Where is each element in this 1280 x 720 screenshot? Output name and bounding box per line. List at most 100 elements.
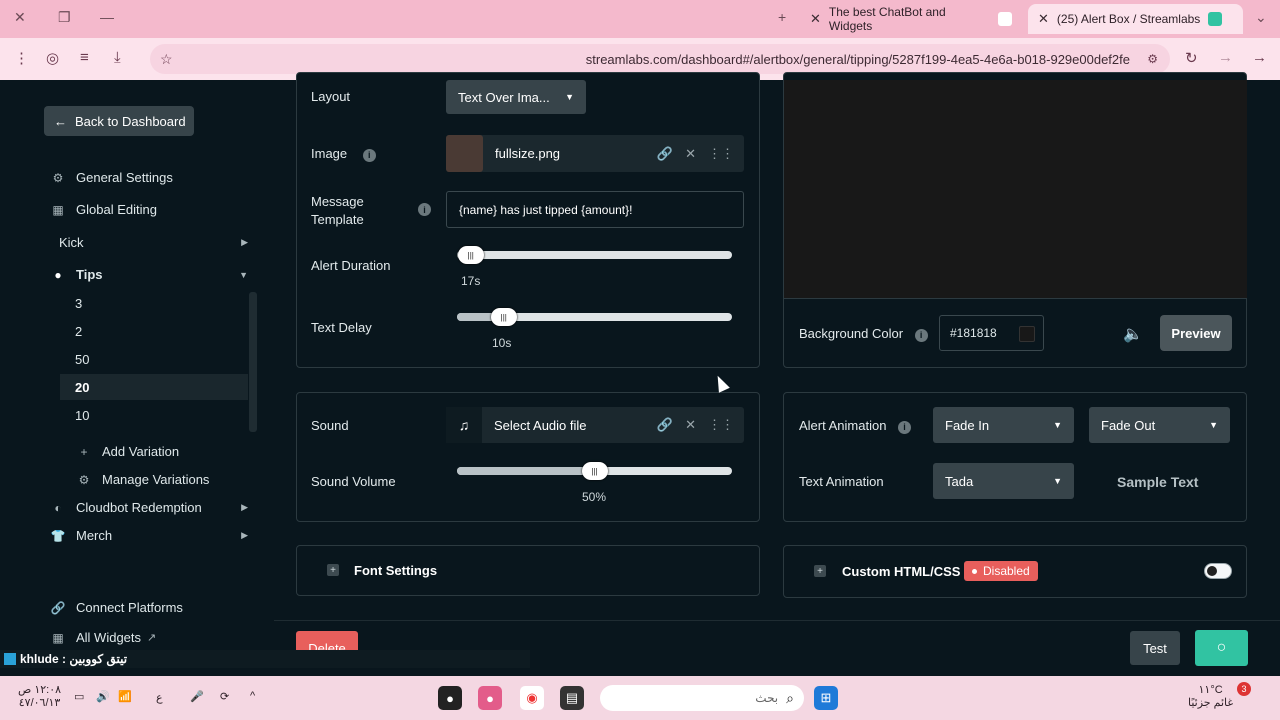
tips-variation-3[interactable]: 3: [60, 290, 248, 316]
clock-date: ٤٧/٠٦/١٣: [18, 697, 61, 709]
caret-right-icon: ▶: [241, 237, 248, 247]
sidebar-item-general-settings[interactable]: ⚙ General Settings: [50, 170, 260, 185]
layout-label: Layout: [311, 89, 351, 104]
sidebar-item-connect-platforms[interactable]: 🔗 Connect Platforms: [50, 600, 260, 615]
sidebar-item-kick[interactable]: Kick ▶: [59, 235, 260, 250]
ticker-text: khlude : تيتق كووبين: [20, 652, 128, 666]
clock[interactable]: ١٢:٠٨ ص ٤٧/٠٦/١٣: [18, 684, 61, 710]
text-delay-slider[interactable]: |||: [457, 308, 732, 326]
tips-variation-50[interactable]: 50: [60, 346, 248, 372]
url-field[interactable]: streamlabs.com/dashboard#/alertbox/gener…: [150, 44, 1170, 74]
windows-start-icon[interactable]: ⊞: [814, 686, 838, 710]
file-explorer-icon[interactable]: ▤: [560, 686, 584, 710]
bookmark-star-icon[interactable]: ☆: [160, 51, 173, 68]
text-animation-select[interactable]: Tada ▼: [933, 463, 1074, 499]
background-color-input[interactable]: #181818: [939, 315, 1044, 351]
alert-duration-slider[interactable]: |||: [457, 246, 732, 264]
site-settings-icon[interactable]: ⚙: [1147, 52, 1158, 66]
audio-file-field[interactable]: ♫ Select Audio file 🔗 ✕ ⋮⋮: [446, 407, 744, 443]
alert-animation-in-select[interactable]: Fade In ▼: [933, 407, 1074, 443]
grid-icon: ▦: [52, 202, 64, 217]
profile-icon[interactable]: ◎: [46, 49, 59, 67]
chevron-up-icon[interactable]: ^: [250, 690, 255, 702]
close-window-icon[interactable]: ✕: [14, 9, 26, 26]
menu-icon[interactable]: ⋮: [14, 49, 29, 67]
tab-close-icon[interactable]: ✕: [810, 11, 821, 27]
tab-chatbot[interactable]: ✕ The best ChatBot and Widgets: [800, 4, 1022, 34]
test-button[interactable]: Test: [1130, 631, 1180, 665]
download-icon[interactable]: ⤓: [114, 49, 121, 66]
tab-alertbox[interactable]: ✕ (25) Alert Box / Streamlabs: [1028, 4, 1243, 34]
font-settings-title: Font Settings: [354, 563, 438, 578]
layout-select[interactable]: Text Over Ima... ▼: [446, 80, 586, 114]
preview-button[interactable]: Preview: [1160, 315, 1232, 351]
link-icon[interactable]: 🔗: [657, 146, 673, 162]
manage-variations-label: Manage Variations: [102, 472, 210, 487]
image-label: Image: [311, 146, 348, 161]
image-file-field[interactable]: fullsize.png 🔗 ✕ ⋮⋮: [446, 135, 744, 172]
expand-plus-icon[interactable]: +: [327, 564, 339, 576]
tips-variation-2[interactable]: 2: [60, 318, 248, 344]
reload-icon[interactable]: ↻: [1185, 49, 1198, 67]
tips-variation-20[interactable]: 20: [60, 374, 248, 400]
tab-close-icon[interactable]: ✕: [1038, 11, 1049, 27]
alert-animation-label-row: Alert Animation i: [799, 418, 912, 434]
back-icon[interactable]: →: [1252, 49, 1267, 66]
wifi-icon[interactable]: 📶: [118, 690, 132, 703]
taskbar-search[interactable]: بحث ⌕: [600, 685, 804, 711]
slider-thumb[interactable]: |||: [581, 462, 608, 480]
sidebar-item-all-widgets[interactable]: ▦ All Widgets ↗: [50, 630, 260, 645]
weather-widget[interactable]: ١١°C غائم جزئيًا: [1188, 684, 1233, 710]
sidebar-item-tips[interactable]: ● Tips ▼: [50, 267, 260, 282]
custom-html-toggle[interactable]: [1204, 563, 1232, 579]
sidebar-item-label: Merch: [76, 528, 113, 543]
new-tab-icon[interactable]: +: [778, 9, 786, 25]
close-icon[interactable]: ✕: [685, 146, 696, 162]
add-variation-button[interactable]: + Add Variation: [76, 444, 256, 459]
expand-plus-icon[interactable]: +: [814, 565, 826, 577]
tab-search-icon[interactable]: ⌄: [1255, 9, 1267, 26]
microphone-icon[interactable]: 🎤: [190, 690, 204, 703]
sidebar-item-global-editing[interactable]: ▦ Global Editing: [50, 202, 260, 217]
sidebar-item-label: Connect Platforms: [76, 600, 183, 615]
info-icon[interactable]: i: [898, 420, 912, 434]
grid-icon[interactable]: ⋮⋮: [708, 417, 734, 433]
sound-volume-slider[interactable]: |||: [457, 462, 732, 480]
color-swatch[interactable]: [1019, 326, 1035, 342]
slider-thumb[interactable]: |||: [490, 308, 517, 326]
tips-variation-10[interactable]: 10: [60, 402, 248, 428]
info-icon[interactable]: i: [362, 148, 376, 162]
sidebar-item-merch[interactable]: 👕 Merch ▶: [50, 528, 260, 543]
app-tray-icon[interactable]: ⟳: [220, 690, 229, 703]
forward-icon[interactable]: →: [1218, 49, 1233, 66]
grid-icon[interactable]: ⋮⋮: [708, 146, 734, 162]
battery-icon[interactable]: ▭: [74, 690, 84, 703]
language-indicator[interactable]: ع: [156, 691, 163, 704]
alert-animation-out-select[interactable]: Fade Out ▼: [1089, 407, 1230, 443]
chrome-icon[interactable]: ◉: [520, 686, 544, 710]
slider-thumb[interactable]: |||: [457, 246, 484, 264]
info-icon[interactable]: i: [418, 203, 431, 216]
link-icon: 🔗: [50, 600, 66, 615]
info-icon[interactable]: i: [914, 328, 928, 342]
cloudbot-icon: ◐: [54, 500, 62, 515]
link-icon[interactable]: 🔗: [657, 417, 673, 433]
variations-scrollbar[interactable]: [249, 292, 257, 432]
back-to-dashboard-button[interactable]: ← Back to Dashboard: [44, 106, 194, 136]
close-icon[interactable]: ✕: [685, 417, 696, 433]
app-icon[interactable]: ●: [478, 686, 502, 710]
text-delay-label: Text Delay: [311, 320, 372, 335]
save-button[interactable]: ○: [1195, 630, 1248, 666]
speaker-icon[interactable]: 🔊: [96, 690, 110, 703]
media-icon[interactable]: ≡: [80, 49, 89, 66]
sidebar-item-cloudbot[interactable]: ◐ Cloudbot Redemption ▶: [50, 500, 260, 515]
sound-volume-value: 50%: [582, 490, 607, 504]
message-template-input[interactable]: {name} has just tipped {amount}!: [446, 191, 744, 228]
minimize-window-icon[interactable]: —: [100, 9, 114, 25]
restore-window-icon[interactable]: ❐: [58, 9, 71, 26]
image-label-row: Image i: [311, 146, 376, 162]
volume-icon[interactable]: 🔈: [1123, 324, 1143, 344]
manage-variations-button[interactable]: ⚙ Manage Variations: [76, 472, 256, 487]
app-icon[interactable]: ●: [438, 686, 462, 710]
tab-favicon-icon: [998, 12, 1012, 26]
